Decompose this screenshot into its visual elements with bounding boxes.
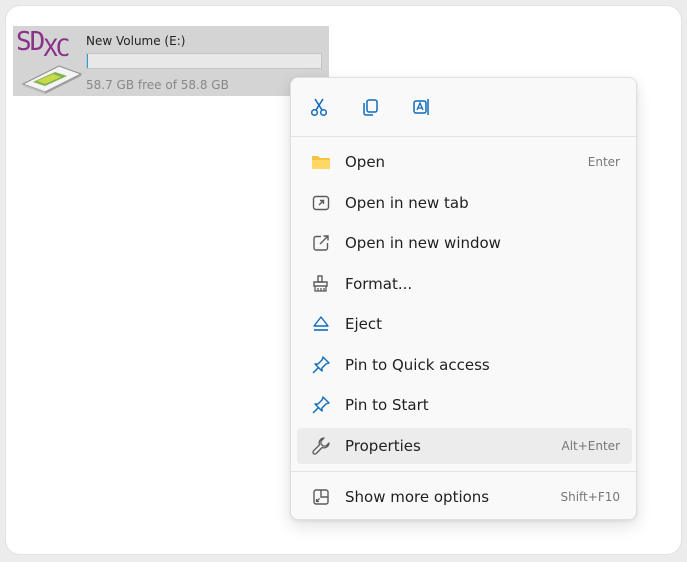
quick-actions-row <box>291 78 636 136</box>
menu-item-open-in-new-tab[interactable]: Open in new tab <box>297 185 632 221</box>
menu-item-shortcut: Enter <box>587 155 620 169</box>
menu-item-label: Open in new tab <box>345 194 469 212</box>
menu-item-open[interactable]: Open Enter <box>297 144 632 180</box>
pin-icon <box>312 356 330 374</box>
new-window-icon <box>313 235 329 251</box>
more-options-icon <box>313 489 329 505</box>
menu-item-label: Show more options <box>345 488 490 506</box>
format-icon <box>313 275 328 292</box>
copy-button[interactable] <box>357 94 383 120</box>
copy-icon <box>363 99 378 116</box>
rename-icon <box>413 99 429 115</box>
menu-item-eject[interactable]: Eject <box>297 306 632 342</box>
drive-name: New Volume (E:) <box>86 34 186 48</box>
eject-icon <box>313 316 329 331</box>
context-menu: Open Enter Open in new tab Open in new w… <box>290 77 637 520</box>
menu-item-label: Open <box>345 153 386 171</box>
cut-button[interactable] <box>306 94 332 120</box>
drive-usage-bar <box>86 53 322 69</box>
separator <box>291 136 636 137</box>
menu-item-pin-to-quick-access[interactable]: Pin to Quick access <box>297 347 632 383</box>
separator <box>291 471 636 472</box>
menu-item-label: Eject <box>345 315 383 333</box>
menu-item-shortcut: Alt+Enter <box>561 439 620 453</box>
wrench-icon <box>312 437 330 455</box>
menu-item-shortcut: Shift+F10 <box>560 490 620 504</box>
menu-item-format[interactable]: Format... <box>297 266 632 302</box>
new-tab-icon <box>312 195 330 211</box>
menu-item-show-more-options[interactable]: Show more options Shift+F10 <box>297 479 632 515</box>
menu-item-pin-to-start[interactable]: Pin to Start <box>297 387 632 423</box>
sd-card-icon <box>21 65 83 94</box>
drive-item-new-volume[interactable]: SDXC New Volume (E:) 58.7 GB free of 58.… <box>13 26 329 96</box>
menu-item-label: Properties <box>345 437 421 455</box>
drive-free-space: 58.7 GB free of 58.8 GB <box>86 78 229 92</box>
menu-item-label: Open in new window <box>345 234 501 252</box>
rename-button[interactable] <box>408 94 434 120</box>
menu-item-label: Pin to Start <box>345 396 429 414</box>
menu-item-properties[interactable]: Properties Alt+Enter <box>297 428 632 464</box>
menu-item-label: Pin to Quick access <box>345 356 490 374</box>
menu-item-label: Format... <box>345 275 413 293</box>
sdxc-logo: SDXC <box>16 27 70 62</box>
menu-item-open-in-new-window[interactable]: Open in new window <box>297 225 632 261</box>
cut-icon <box>310 98 328 117</box>
pin-icon <box>312 396 330 414</box>
folder-icon <box>312 156 330 169</box>
